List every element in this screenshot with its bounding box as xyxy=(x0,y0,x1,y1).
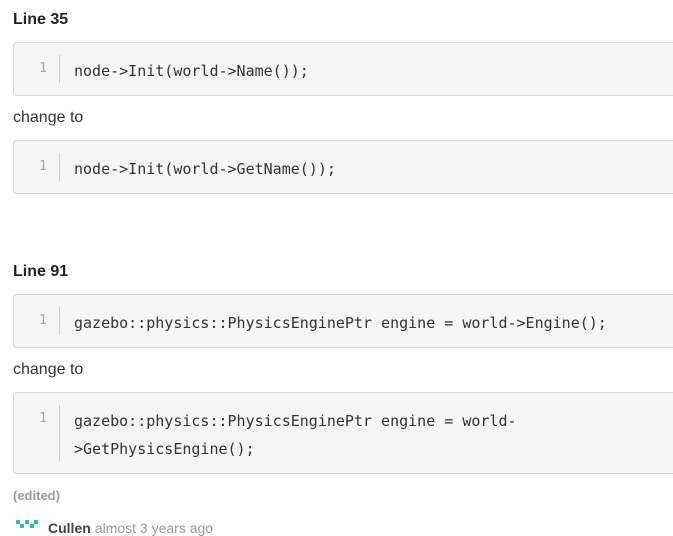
line-number: 1 xyxy=(39,61,47,76)
code-line: node->Init(world->Name()); xyxy=(74,62,309,80)
code-block: 1 gazebo::physics::PhysicsEnginePtr engi… xyxy=(13,392,673,474)
line-number: 1 xyxy=(39,411,47,426)
identicon-icon[interactable] xyxy=(16,520,38,530)
line-number-gutter: 1 xyxy=(14,405,60,461)
section-heading: Line 35 xyxy=(13,11,69,28)
line-number-gutter: 1 xyxy=(14,307,60,335)
code-line: gazebo::physics::PhysicsEnginePtr engine… xyxy=(74,412,517,458)
code-block: 1 node->Init(world->GetName()); xyxy=(13,140,673,194)
edited-label: (edited) xyxy=(13,488,60,503)
line-number: 1 xyxy=(39,313,47,328)
change-to-label: change to xyxy=(13,109,84,126)
line-number-gutter: 1 xyxy=(14,153,60,181)
change-to-label: change to xyxy=(13,361,84,378)
code-block: 1 node->Init(world->Name()); xyxy=(13,42,673,96)
line-number-gutter: 1 xyxy=(14,55,60,83)
comment-author-link[interactable]: Cullen xyxy=(48,520,91,536)
comment-timestamp: almost 3 years ago xyxy=(94,520,214,536)
comment-meta: Cullen almost 3 years ago xyxy=(48,520,213,536)
line-number: 1 xyxy=(39,159,47,174)
code-block: 1 gazebo::physics::PhysicsEnginePtr engi… xyxy=(13,294,673,348)
code-line: node->Init(world->GetName()); xyxy=(74,160,336,178)
code-line: gazebo::physics::PhysicsEnginePtr engine… xyxy=(74,314,607,332)
section-heading: Line 91 xyxy=(13,263,69,280)
